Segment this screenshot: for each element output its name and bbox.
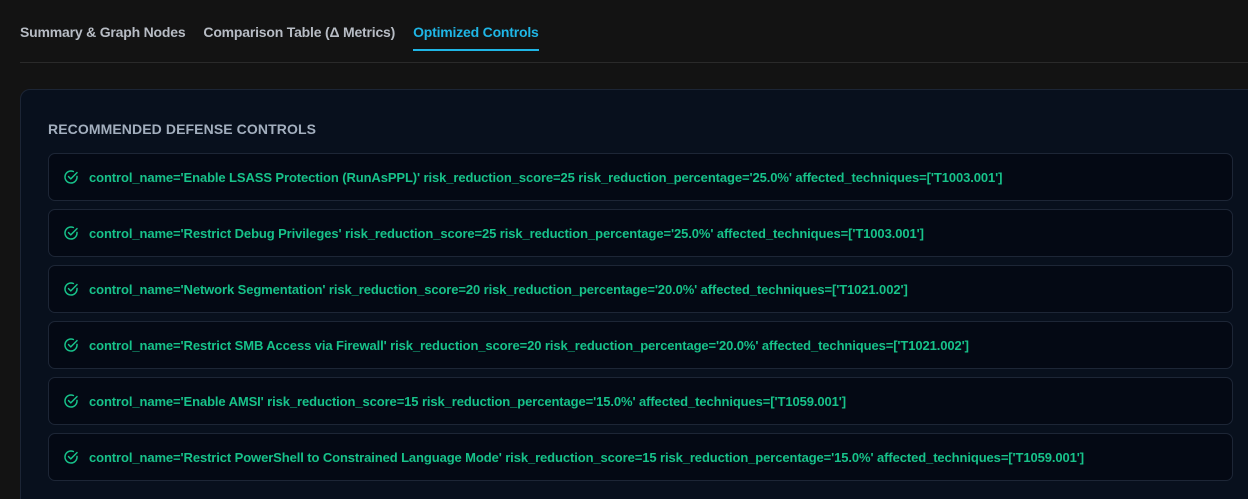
control-item: control_name='Network Segmentation' risk… bbox=[48, 265, 1233, 313]
control-item: control_name='Restrict Debug Privileges'… bbox=[48, 209, 1233, 257]
tab-comparison-table[interactable]: Comparison Table (Δ Metrics) bbox=[203, 24, 395, 51]
panel-title: RECOMMENDED DEFENSE CONTROLS bbox=[48, 121, 317, 137]
control-text: control_name='Restrict Debug Privileges'… bbox=[89, 226, 924, 241]
control-text: control_name='Enable AMSI' risk_reductio… bbox=[89, 394, 846, 409]
defense-controls-panel: RECOMMENDED DEFENSE CONTROLS control_nam… bbox=[20, 89, 1248, 499]
control-text: control_name='Restrict PowerShell to Con… bbox=[89, 450, 1085, 465]
controls-list: control_name='Enable LSASS Protection (R… bbox=[48, 153, 1233, 489]
check-circle-icon bbox=[64, 450, 78, 464]
check-circle-icon bbox=[64, 394, 78, 408]
control-item: control_name='Restrict PowerShell to Con… bbox=[48, 433, 1233, 481]
tab-optimized-controls[interactable]: Optimized Controls bbox=[413, 24, 539, 51]
tab-summary-graph-nodes[interactable]: Summary & Graph Nodes bbox=[20, 24, 186, 51]
check-circle-icon bbox=[64, 282, 78, 296]
check-circle-icon bbox=[64, 338, 78, 352]
control-item: control_name='Restrict SMB Access via Fi… bbox=[48, 321, 1233, 369]
control-text: control_name='Network Segmentation' risk… bbox=[89, 282, 908, 297]
check-circle-icon bbox=[64, 226, 78, 240]
control-item: control_name='Enable AMSI' risk_reductio… bbox=[48, 377, 1233, 425]
control-text: control_name='Enable LSASS Protection (R… bbox=[89, 170, 1003, 185]
page: Summary & Graph Nodes Comparison Table (… bbox=[0, 0, 1248, 499]
control-text: control_name='Restrict SMB Access via Fi… bbox=[89, 338, 969, 353]
control-item: control_name='Enable LSASS Protection (R… bbox=[48, 153, 1233, 201]
check-circle-icon bbox=[64, 170, 78, 184]
tab-bar: Summary & Graph Nodes Comparison Table (… bbox=[20, 0, 1248, 63]
